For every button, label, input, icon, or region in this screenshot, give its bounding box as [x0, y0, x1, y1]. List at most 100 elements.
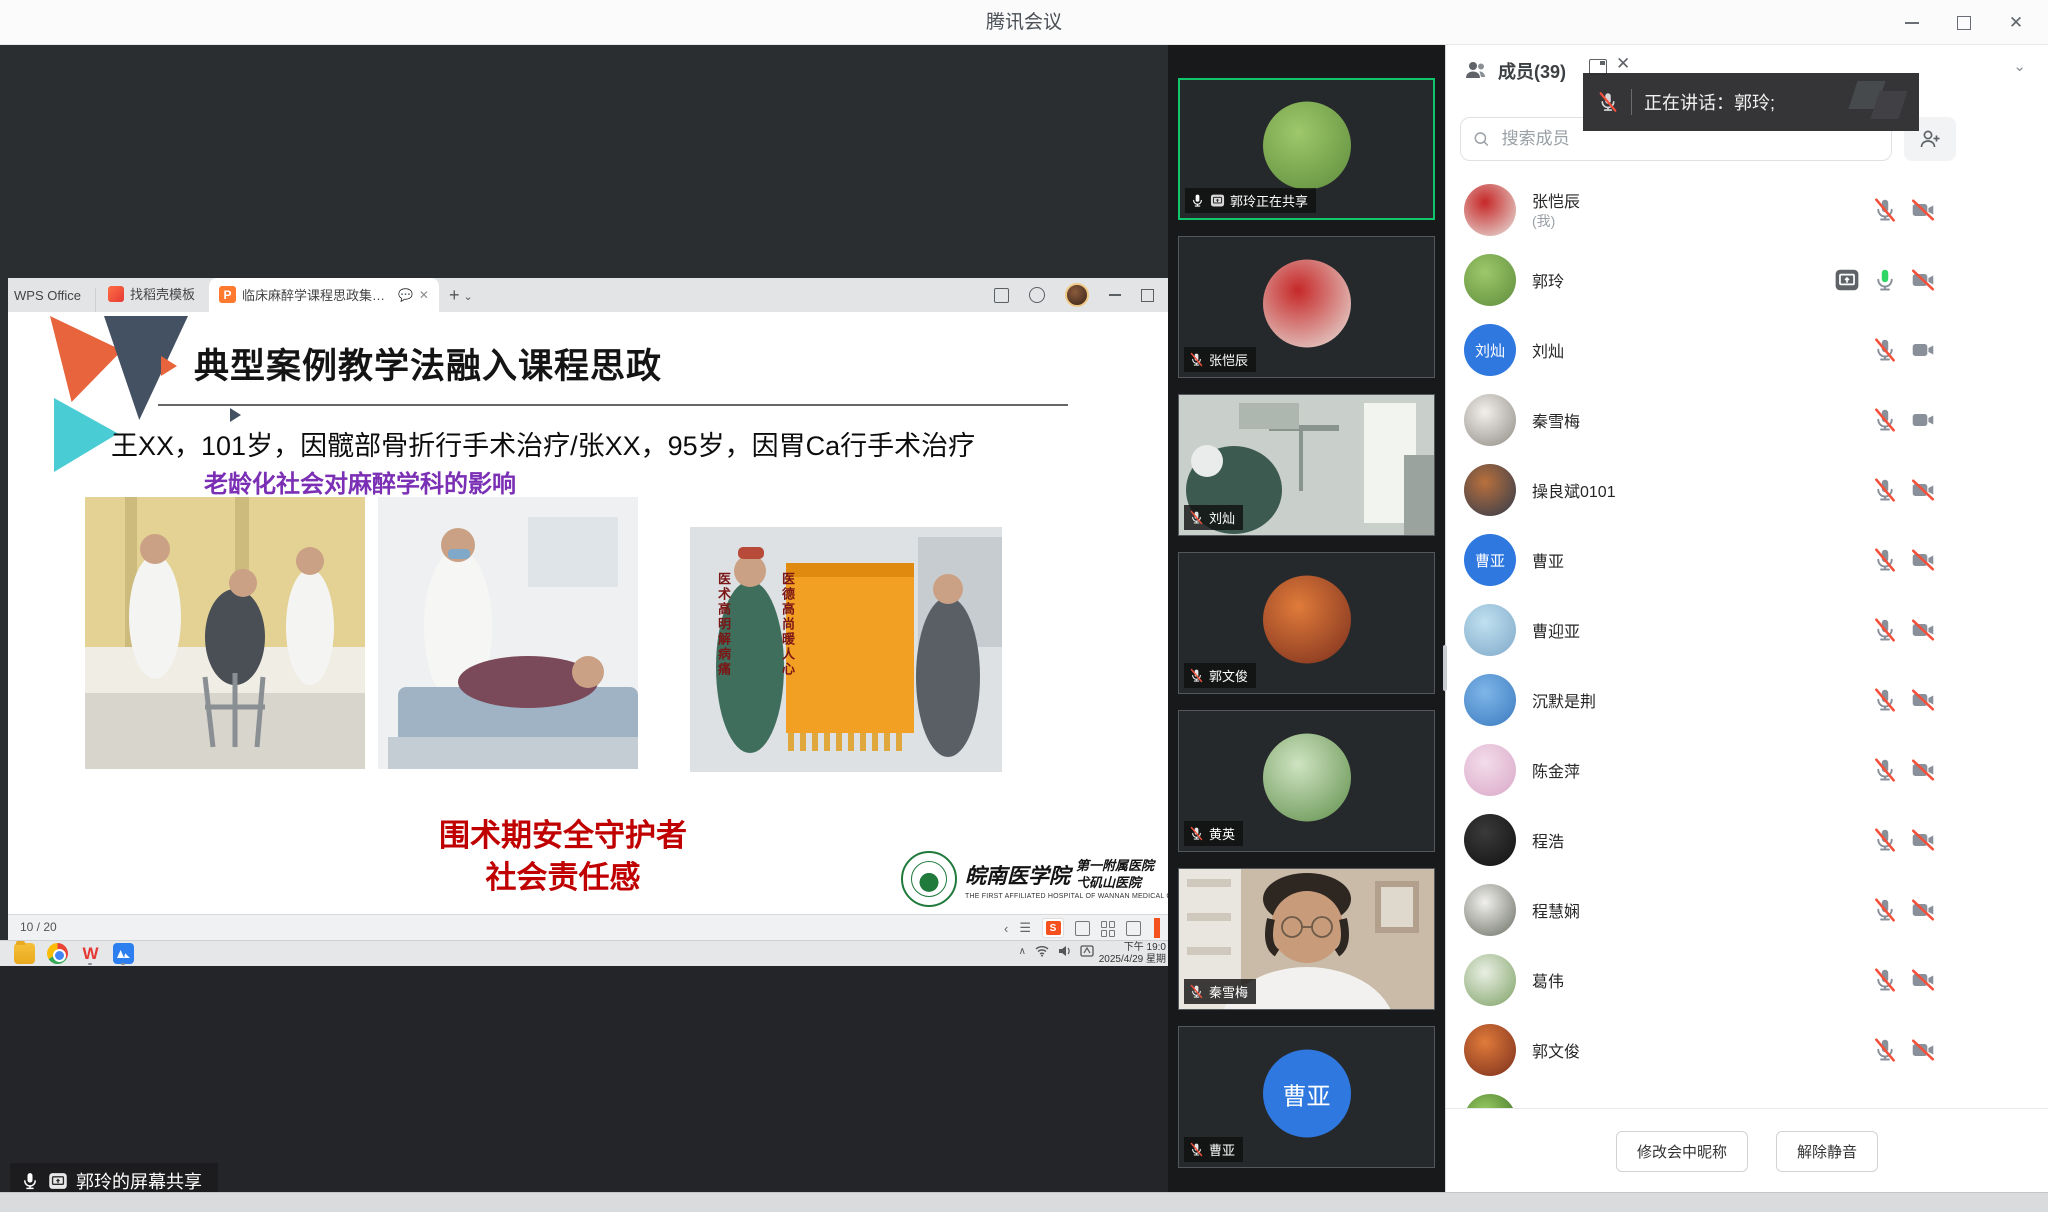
taskbar-clock[interactable]: 下午 19:0 2025/4/29 星期二: [1096, 942, 1166, 966]
speaking-toast: 正在讲话：郭玲;: [1583, 73, 1919, 131]
camera-off-icon[interactable]: [1910, 757, 1936, 783]
member-row-9[interactable]: 陈金萍: [1446, 735, 2048, 805]
mic-muted-icon[interactable]: [1872, 687, 1898, 713]
member-avatar: [1464, 744, 1516, 796]
mic-muted-icon[interactable]: [1872, 827, 1898, 853]
participant-avatar: 曹亚: [1263, 1049, 1351, 1137]
member-avatar: 刘灿: [1464, 324, 1516, 376]
member-row-3[interactable]: 刘灿刘灿: [1446, 315, 2048, 385]
share-tool-icon[interactable]: S: [1042, 918, 1064, 938]
member-row-6[interactable]: 曹亚曹亚: [1446, 525, 2048, 595]
mic-muted-icon[interactable]: [1872, 1037, 1898, 1063]
member-status-icons: [1872, 477, 1936, 503]
tray-expand-icon[interactable]: ∧: [1019, 946, 1026, 957]
wps-globe-icon[interactable]: [1029, 287, 1045, 303]
comment-icon[interactable]: 💬: [398, 288, 413, 302]
panel-collapse-chevron-icon[interactable]: ⌄: [2013, 57, 2026, 75]
camera-on-icon[interactable]: [1910, 407, 1936, 433]
member-name: 曹亚: [1532, 548, 1564, 572]
browser-icon[interactable]: [47, 943, 68, 964]
camera-off-icon[interactable]: [1910, 897, 1936, 923]
member-name: 程慧娴: [1532, 898, 1580, 922]
close-button[interactable]: ✕: [1990, 0, 2042, 45]
search-input[interactable]: [1500, 128, 1879, 150]
wps-minimize-icon[interactable]: [1109, 294, 1121, 296]
wps-tab-docer[interactable]: 找稻壳模板: [96, 284, 209, 312]
wps-tab-presentation[interactable]: P 临床麻醉学课程思政集体备课 💬 ✕: [209, 278, 439, 312]
member-row-8[interactable]: 沉默是荆: [1446, 665, 2048, 735]
video-tile-7[interactable]: 曹亚曹亚: [1178, 1026, 1435, 1168]
close-panel-icon[interactable]: ✕: [1616, 54, 1630, 74]
camera-off-icon[interactable]: [1910, 967, 1936, 993]
wps-restore-icon[interactable]: [1141, 289, 1154, 302]
wps-taskbar-icon[interactable]: W: [80, 943, 101, 964]
member-row-5[interactable]: 操良斌0101: [1446, 455, 2048, 525]
member-avatar: [1464, 254, 1516, 306]
mic-muted-icon[interactable]: [1872, 967, 1898, 993]
member-row-7[interactable]: 曹迎亚: [1446, 595, 2048, 665]
camera-off-icon[interactable]: [1910, 197, 1936, 223]
camera-off-icon[interactable]: [1910, 617, 1936, 643]
video-tile-4[interactable]: 郭文俊: [1178, 552, 1435, 694]
member-avatar: [1464, 954, 1516, 1006]
deco-arrow-red: [161, 356, 177, 376]
wps-account-avatar[interactable]: [1065, 283, 1089, 307]
ppt-file-icon: P: [219, 286, 236, 303]
mic-on-icon: [20, 1171, 40, 1191]
mic-muted-icon[interactable]: [1872, 617, 1898, 643]
meeting-app-icon[interactable]: [113, 943, 134, 964]
camera-off-icon[interactable]: [1910, 547, 1936, 573]
mic-muted-icon[interactable]: [1872, 407, 1898, 433]
video-tile-3[interactable]: 刘灿: [1178, 394, 1435, 536]
mic-muted-icon[interactable]: [1872, 477, 1898, 503]
list-view-icon[interactable]: ☰: [1019, 920, 1031, 936]
panel-scrollbar[interactable]: [1443, 645, 1447, 691]
tab-close-icon[interactable]: ✕: [419, 288, 429, 302]
new-tab-button[interactable]: +: [449, 285, 460, 306]
member-row-12[interactable]: 葛伟: [1446, 945, 2048, 1015]
tile-name-label: 黄英: [1184, 821, 1243, 846]
tab-list-caret-icon[interactable]: ⌄: [463, 290, 472, 303]
mic-muted-icon[interactable]: [1872, 197, 1898, 223]
toast-divider: [1631, 89, 1632, 115]
video-tile-5[interactable]: 黄英: [1178, 710, 1435, 852]
camera-on-icon[interactable]: [1910, 337, 1936, 363]
member-row-4[interactable]: 秦雪梅: [1446, 385, 2048, 455]
camera-off-icon[interactable]: [1910, 687, 1936, 713]
screen-share-icon: [1210, 193, 1225, 208]
member-status-icons: [1872, 1037, 1936, 1063]
collapse-left-icon[interactable]: ‹: [1004, 921, 1008, 936]
camera-off-icon[interactable]: [1910, 267, 1936, 293]
mic-muted-icon[interactable]: [1872, 757, 1898, 783]
wifi-icon[interactable]: [1035, 945, 1049, 957]
mic-on-icon[interactable]: [1872, 267, 1898, 293]
wps-layout-icon[interactable]: [994, 288, 1009, 303]
member-row-11[interactable]: 程慧娴: [1446, 875, 2048, 945]
wps-home-tab[interactable]: WPS Office: [8, 288, 96, 312]
play-view-icon[interactable]: [1126, 921, 1141, 936]
member-row-13[interactable]: 郭文俊: [1446, 1015, 2048, 1085]
member-row-10[interactable]: 程浩: [1446, 805, 2048, 875]
mic-muted-icon: [1189, 1142, 1204, 1157]
video-tile-1[interactable]: 郭玲正在共享: [1178, 78, 1435, 220]
camera-off-icon[interactable]: [1910, 827, 1936, 853]
unmute-button[interactable]: 解除静音: [1776, 1131, 1878, 1172]
input-method-icon[interactable]: [1080, 945, 1094, 957]
change-nickname-button[interactable]: 修改会中昵称: [1616, 1131, 1748, 1172]
mic-muted-icon[interactable]: [1872, 547, 1898, 573]
member-row-1[interactable]: 张恺辰(我): [1446, 175, 2048, 245]
speaker-icon[interactable]: [1058, 945, 1071, 957]
minimize-button[interactable]: [1886, 0, 1938, 45]
mic-muted-icon[interactable]: [1872, 337, 1898, 363]
video-tile-2[interactable]: 张恺辰: [1178, 236, 1435, 378]
camera-off-icon[interactable]: [1910, 1037, 1936, 1063]
member-avatar: [1464, 814, 1516, 866]
member-row-2[interactable]: 郭玲: [1446, 245, 2048, 315]
normal-view-icon[interactable]: [1075, 921, 1090, 936]
mic-muted-icon[interactable]: [1872, 897, 1898, 923]
maximize-button[interactable]: [1938, 0, 1990, 45]
camera-off-icon[interactable]: [1910, 477, 1936, 503]
video-tile-6[interactable]: 秦雪梅: [1178, 868, 1435, 1010]
grid-view-icon[interactable]: [1101, 921, 1115, 935]
file-explorer-icon[interactable]: [14, 943, 35, 964]
